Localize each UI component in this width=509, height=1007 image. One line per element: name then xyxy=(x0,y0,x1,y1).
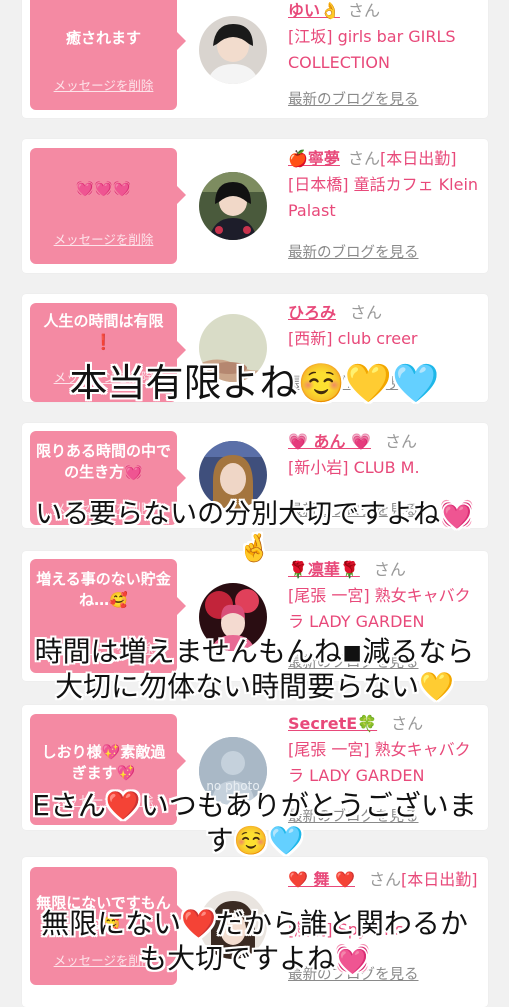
cast-name-link[interactable]: ゆい👌 xyxy=(288,1,340,20)
latest-blog-link[interactable]: 最新のブログを見る xyxy=(288,241,419,262)
name-line: ゆい👌 さん xyxy=(288,0,484,22)
message-card: 💓💓💓 メッセージを削除 🍎寧夢 さん[本日出勤] [日本橋] 童話カフェ Kle… xyxy=(22,139,488,273)
san-label: さん xyxy=(385,432,418,451)
shop-name: [西新] club creer xyxy=(288,329,418,348)
message-text: 増える事のない貯金ね…🥰 xyxy=(36,570,171,609)
overlay-caption: 本当有限よね☺️💛🩵 xyxy=(69,361,440,405)
shop-name: [新小岩] CLUB M. xyxy=(288,458,420,477)
san-label: さん xyxy=(350,303,383,322)
name-line: ひろみ さん xyxy=(288,302,484,324)
latest-blog-link[interactable]: 最新のブログを見る xyxy=(288,88,419,109)
shop-name: [日本橋] 童話カフェ Klein Palast xyxy=(288,175,479,220)
delete-message-link[interactable]: メッセージを削除 xyxy=(30,75,177,94)
cast-name-link[interactable]: 🍎寧夢 xyxy=(288,149,340,168)
san-label: さん xyxy=(369,870,402,889)
shop-name: [尾張 一宮] 熟女キャバクラ LADY GARDEN xyxy=(288,740,471,785)
cast-name-link[interactable]: ❤️ 舞 ❤️ xyxy=(288,870,355,889)
delete-message-link[interactable]: メッセージを削除 xyxy=(30,229,177,248)
name-line: SecretE🍀 さん xyxy=(288,713,484,735)
overlay-caption: いる要らないの分別大切ですよね💓 🤞 xyxy=(35,499,474,564)
message-card: 癒されます メッセージを削除 ゆい👌 さん [江坂] girls bar GIRL… xyxy=(22,0,488,118)
name-line: 🍎寧夢 さん[本日出勤] xyxy=(288,148,484,170)
san-label: さん xyxy=(347,149,380,168)
status-badge: [本日出勤] xyxy=(401,870,478,889)
status-badge: [本日出勤] xyxy=(379,149,457,168)
avatar[interactable] xyxy=(199,172,267,240)
message-bubble: 癒されます メッセージを削除 xyxy=(30,0,186,110)
cast-name-link[interactable]: SecretE🍀 xyxy=(288,714,377,733)
cast-info: 🍎寧夢 さん[本日出勤] [日本橋] 童話カフェ Klein Palast xyxy=(288,148,484,224)
cast-info: 💗 あん 💗 さん [新小岩] CLUB M. xyxy=(288,431,484,481)
cast-info: SecretE🍀 さん [尾張 一宮] 熟女キャバクラ LADY GARDEN xyxy=(288,713,484,789)
shop-name: [江坂] girls bar GIRLS COLLECTION xyxy=(288,27,456,72)
cast-name-link[interactable]: 💗 あん 💗 xyxy=(288,432,371,451)
san-label: さん xyxy=(391,714,424,733)
message-text: 限りある時間の中での生き方💓 xyxy=(36,442,172,481)
cast-info: ゆい👌 さん [江坂] girls bar GIRLS COLLECTION xyxy=(288,0,484,76)
overlay-caption: 無限にない❤️だから誰と関わるか も大切ですよね💓 xyxy=(41,907,468,975)
overlay-caption: Eさん❤️いつもありがとうございま す☺️🩵 xyxy=(32,789,477,857)
message-text: 💓💓💓 xyxy=(75,179,132,197)
message-text: しおり様💖素敵過ぎます💖 xyxy=(41,743,166,782)
shop-name: [尾張 一宮] 熟女キャバクラ LADY GARDEN xyxy=(288,586,471,631)
avatar[interactable] xyxy=(199,16,267,84)
overlay-caption: 時間は増えませんもんね◾︎減るなら 大切に勿体ない時間要らない💛 xyxy=(34,635,475,703)
cast-info: ひろみ さん [西新] club creer xyxy=(288,302,484,352)
name-line: 💗 あん 💗 さん xyxy=(288,431,484,453)
cast-info: 🌹凛華🌹 さん [尾張 一宮] 熟女キャバクラ LADY GARDEN xyxy=(288,559,484,635)
name-line: ❤️ 舞 ❤️ さん[本日出勤] xyxy=(288,869,484,891)
san-label: さん xyxy=(347,1,380,20)
message-text: 人生の時間は有限❗ xyxy=(43,312,164,351)
message-text: 癒されます xyxy=(65,29,141,47)
cast-name-link[interactable]: ひろみ xyxy=(288,303,336,322)
message-bubble: 💓💓💓 メッセージを削除 xyxy=(30,148,186,264)
